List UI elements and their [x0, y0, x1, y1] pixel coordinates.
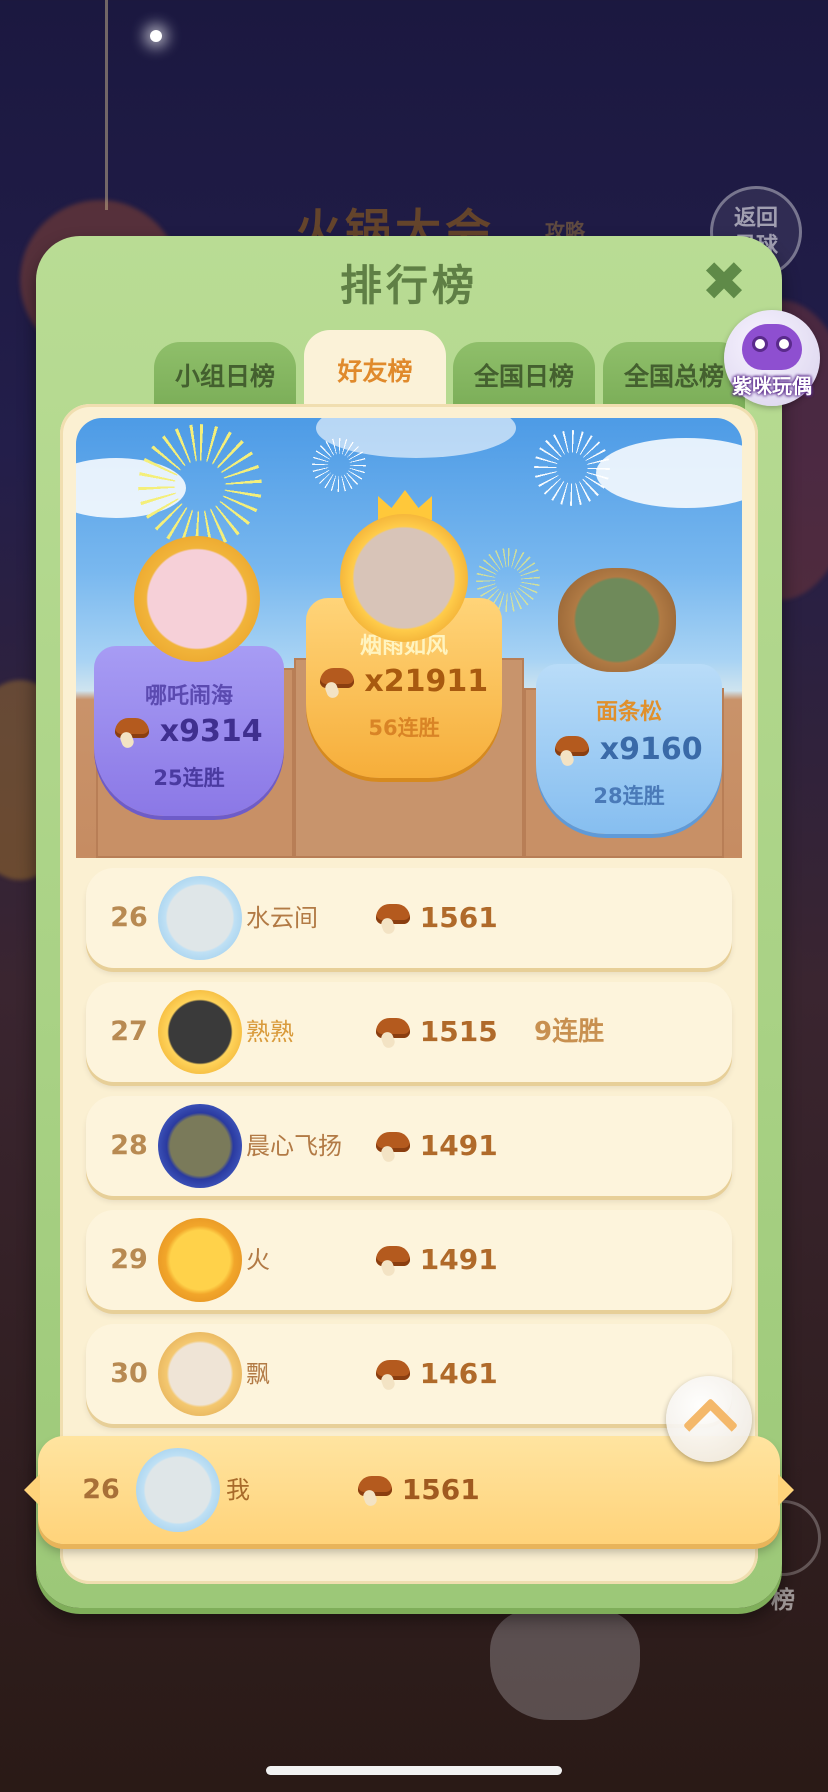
podium-first-streak: 56连胜 — [368, 716, 440, 740]
podium-third[interactable]: 面条松 x9160 28连胜 — [536, 664, 722, 834]
podium-second[interactable]: 哪吒闹海 x9314 25连胜 — [94, 646, 284, 816]
list-item-avatar — [158, 990, 242, 1074]
list-item-name: 飘 — [246, 1360, 270, 1388]
mushroom-icon — [555, 735, 590, 768]
podium-third-score: x9160 — [599, 732, 703, 767]
right-arrow-icon — [778, 1474, 794, 1506]
list-item-streak: 9连胜 — [534, 1017, 605, 1047]
list-item-score: 1491 — [419, 1243, 498, 1276]
modal-title: 排行榜 — [339, 261, 478, 310]
list-item-name: 水云间 — [246, 904, 318, 932]
my-avatar — [136, 1448, 220, 1532]
list-item-avatar — [158, 1218, 242, 1302]
podium-third-streak: 28连胜 — [593, 784, 665, 808]
podium-first-avatar — [340, 514, 468, 642]
podium-second-score: x9314 — [159, 714, 263, 749]
home-indicator[interactable] — [266, 1766, 562, 1775]
list-item-rank: 28 — [110, 1130, 148, 1161]
list-item-avatar — [158, 1104, 242, 1188]
podium-third-avatar — [558, 568, 676, 672]
list-item[interactable]: 29 火 1491 — [86, 1210, 732, 1310]
close-icon: ✖ — [701, 250, 747, 313]
mushroom-icon — [319, 667, 354, 700]
list-item[interactable]: 26 水云间 1561 — [86, 868, 732, 968]
my-rank: 26 — [82, 1474, 120, 1505]
mushroom-icon — [376, 1246, 410, 1278]
tab-group-daily[interactable]: 小组日榜 — [154, 342, 296, 412]
left-arrow-icon — [24, 1474, 40, 1506]
list-item-avatar — [158, 1332, 242, 1416]
list-item-avatar — [158, 876, 242, 960]
list-item[interactable]: 28 晨心飞扬 1491 — [86, 1096, 732, 1196]
ranking-panel: 哪吒闹海 x9314 25连胜 烟雨如风 x21911 56连胜 面条松 x91… — [24, 404, 794, 1584]
bg-rank-label: 榜 — [771, 1586, 795, 1614]
my-score: 1561 — [401, 1473, 480, 1506]
list-item-rank: 30 — [110, 1358, 148, 1389]
tab-friends[interactable]: 好友榜 — [304, 330, 446, 414]
list-item-name: 火 — [246, 1246, 270, 1274]
my-rank-bar[interactable]: 26 我 1561 — [24, 1436, 794, 1544]
mascot-reward-button[interactable]: 紫咪玩偶 — [724, 310, 820, 406]
podium-second-streak: 25连胜 — [153, 766, 225, 790]
pointer-hand-icon — [490, 1610, 640, 1720]
leaderboard-tabs: 小组日榜 好友榜 全国日榜 全国总榜 — [116, 330, 756, 414]
list-item-name: 晨心飞扬 — [246, 1132, 342, 1160]
list-item-rank: 26 — [110, 902, 148, 933]
list-item-rank: 29 — [110, 1244, 148, 1275]
podium-second-name: 哪吒闹海 — [144, 684, 233, 709]
mushroom-icon — [376, 1018, 410, 1050]
mushroom-icon — [376, 904, 410, 936]
mushroom-icon — [376, 1132, 410, 1164]
mushroom-icon — [376, 1360, 410, 1392]
my-name: 我 — [226, 1476, 250, 1504]
list-item-score: 1515 — [419, 1015, 498, 1048]
list-item-name: 熟熟 — [246, 1018, 294, 1046]
podium-third-name: 面条松 — [595, 700, 662, 725]
close-button[interactable]: ✖ — [696, 254, 752, 310]
list-item[interactable]: 30 飘 1461 — [86, 1324, 732, 1424]
podium: 哪吒闹海 x9314 25连胜 烟雨如风 x21911 56连胜 面条松 x91… — [76, 418, 742, 858]
mascot-label: 紫咪玩偶 — [732, 374, 812, 398]
mushroom-icon — [358, 1476, 392, 1508]
owl-icon — [742, 324, 802, 370]
list-item-rank: 27 — [110, 1016, 148, 1047]
list-item[interactable]: 27 熟熟 1515 9连胜 — [86, 982, 732, 1082]
list-item-score: 1561 — [419, 901, 498, 934]
list-item-score: 1491 — [419, 1129, 498, 1162]
mushroom-icon — [115, 717, 150, 750]
chevron-up-icon — [682, 1397, 739, 1454]
podium-second-avatar — [134, 536, 260, 662]
list-item-score: 1461 — [419, 1357, 498, 1390]
podium-first-score: x21911 — [364, 664, 489, 699]
scroll-to-top-button[interactable] — [666, 1376, 752, 1462]
tab-national-daily[interactable]: 全国日榜 — [453, 342, 595, 412]
